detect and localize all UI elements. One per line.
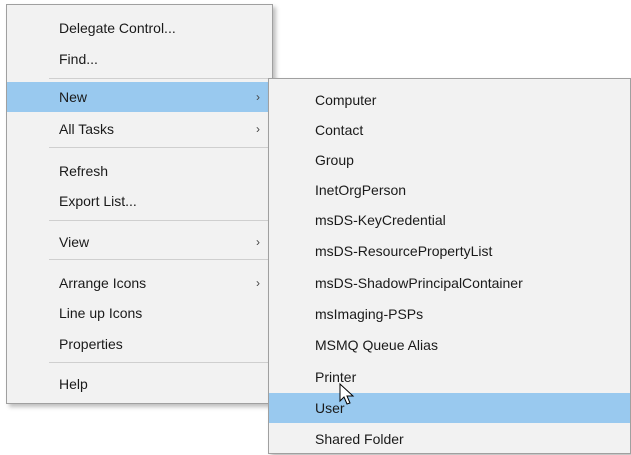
menu-item-find[interactable]: Find... — [7, 44, 272, 74]
menu-item-view[interactable]: View › — [7, 227, 272, 257]
menu-item-label: Arrange Icons — [59, 275, 147, 291]
menu-item-label: InetOrgPerson — [315, 182, 407, 198]
menu-item-refresh[interactable]: Refresh — [7, 156, 272, 186]
menu-item-label: Delegate Control... — [59, 20, 176, 36]
submenu-item-msds-resourcepropertylist[interactable]: msDS-ResourcePropertyList — [269, 236, 630, 266]
menu-item-delegate-control[interactable]: Delegate Control... — [7, 13, 272, 43]
menu-item-properties[interactable]: Properties — [7, 329, 272, 359]
menu-item-label: Line up Icons — [59, 305, 143, 321]
submenu-item-printer[interactable]: Printer — [269, 362, 630, 392]
chevron-right-icon: › — [256, 276, 260, 290]
menu-item-arrange-icons[interactable]: Arrange Icons › — [7, 268, 272, 298]
submenu-item-msmq-queue-alias[interactable]: MSMQ Queue Alias — [269, 330, 630, 360]
menu-separator — [49, 147, 270, 148]
chevron-right-icon: › — [256, 122, 260, 136]
menu-item-label: Export List... — [59, 193, 137, 209]
chevron-right-icon: › — [256, 90, 260, 104]
menu-item-label: Find... — [59, 51, 98, 67]
menu-separator — [49, 220, 270, 221]
menu-item-label: Group — [315, 152, 354, 168]
submenu-item-inetorgperson[interactable]: InetOrgPerson — [269, 175, 630, 205]
menu-separator — [49, 259, 270, 260]
menu-item-label: Properties — [59, 336, 123, 352]
submenu-item-group[interactable]: Group — [269, 145, 630, 175]
submenu-item-shared-folder[interactable]: Shared Folder — [269, 424, 630, 454]
menu-item-label: Computer — [315, 92, 377, 108]
menu-separator — [49, 78, 270, 79]
menu-item-new[interactable]: New › — [7, 82, 272, 112]
menu-item-label: Help — [59, 376, 88, 392]
mouse-pointer-icon — [339, 382, 355, 410]
menu-item-label: msDS-ShadowPrincipalContainer — [315, 275, 523, 291]
submenu-item-msds-keycredential[interactable]: msDS-KeyCredential — [269, 205, 630, 235]
menu-separator — [49, 362, 270, 363]
menu-item-label: msDS-KeyCredential — [315, 212, 446, 228]
menu-item-all-tasks[interactable]: All Tasks › — [7, 114, 272, 144]
menu-item-label: MSMQ Queue Alias — [315, 337, 438, 353]
context-menu: Delegate Control... Find... New › All Ta… — [6, 4, 273, 404]
submenu-new: Computer Contact Group InetOrgPerson msD… — [268, 78, 631, 454]
submenu-item-computer[interactable]: Computer — [269, 85, 630, 115]
menu-item-label: All Tasks — [59, 121, 114, 137]
menu-item-label: Shared Folder — [315, 431, 404, 447]
submenu-item-msds-shadowprincipalcontainer[interactable]: msDS-ShadowPrincipalContainer — [269, 268, 630, 298]
chevron-right-icon: › — [256, 235, 260, 249]
menu-item-export-list[interactable]: Export List... — [7, 186, 272, 216]
menu-item-label: Contact — [315, 122, 364, 138]
submenu-item-msimaging-psps[interactable]: msImaging-PSPs — [269, 299, 630, 329]
menu-item-label: msDS-ResourcePropertyList — [315, 243, 493, 259]
menu-item-label: Refresh — [59, 163, 109, 179]
menu-item-help[interactable]: Help — [7, 369, 272, 399]
submenu-item-user[interactable]: User — [269, 393, 630, 423]
submenu-item-contact[interactable]: Contact — [269, 115, 630, 145]
menu-item-label: View — [59, 234, 90, 250]
menu-item-line-up-icons[interactable]: Line up Icons — [7, 298, 272, 328]
menu-item-label: msImaging-PSPs — [315, 306, 424, 322]
menu-item-label: New — [59, 89, 88, 105]
